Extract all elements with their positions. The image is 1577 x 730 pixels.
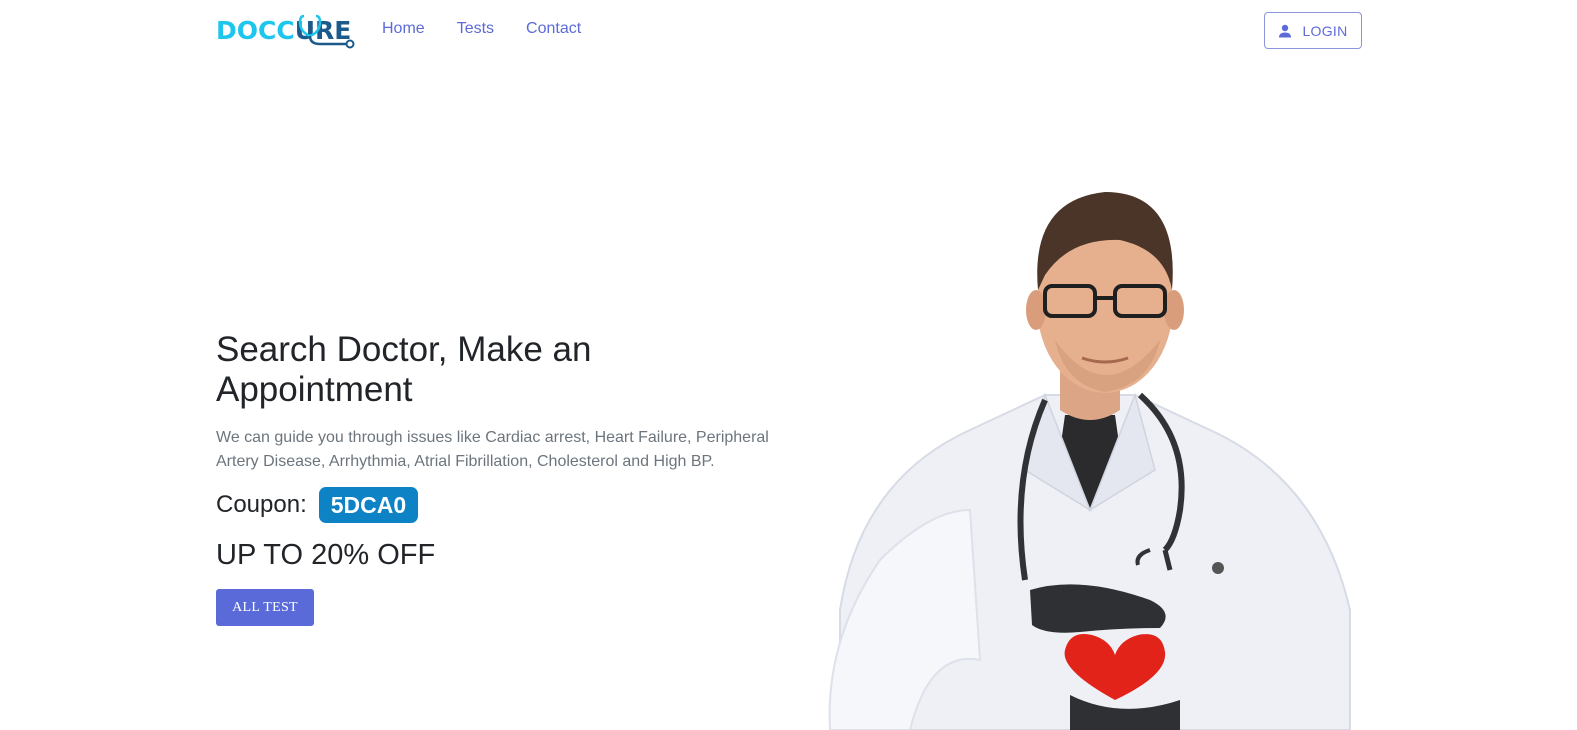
stethoscope-icon	[298, 14, 355, 49]
main-nav: Home Tests Contact	[382, 19, 613, 39]
site-header: DOCCURE Home Tests Contact LOGIN	[0, 0, 1577, 60]
doctor-illustration	[828, 192, 1351, 730]
hero-title: Search Doctor, Make an Appointment	[216, 330, 592, 409]
nav-tests-link[interactable]: Tests	[457, 19, 494, 39]
user-icon	[1279, 24, 1292, 37]
coupon-code-badge: 5DCA0	[318, 487, 419, 523]
doccure-logo[interactable]: DOCCURE	[216, 10, 356, 50]
hero-description: We can guide you through issues like Car…	[216, 429, 769, 470]
offer-text: UP TO 20% OFF	[216, 539, 436, 571]
coupon-label: Coupon:	[216, 491, 307, 518]
all-test-button[interactable]: ALL TEST	[216, 589, 314, 626]
logo-doc-text: DOCC	[216, 15, 295, 45]
coupon-row: Coupon: 5DCA0	[216, 487, 419, 523]
nav-contact-link[interactable]: Contact	[526, 19, 581, 39]
nav-home-link[interactable]: Home	[382, 19, 425, 39]
login-label: LOGIN	[1302, 22, 1348, 39]
login-button[interactable]: LOGIN	[1264, 12, 1362, 49]
